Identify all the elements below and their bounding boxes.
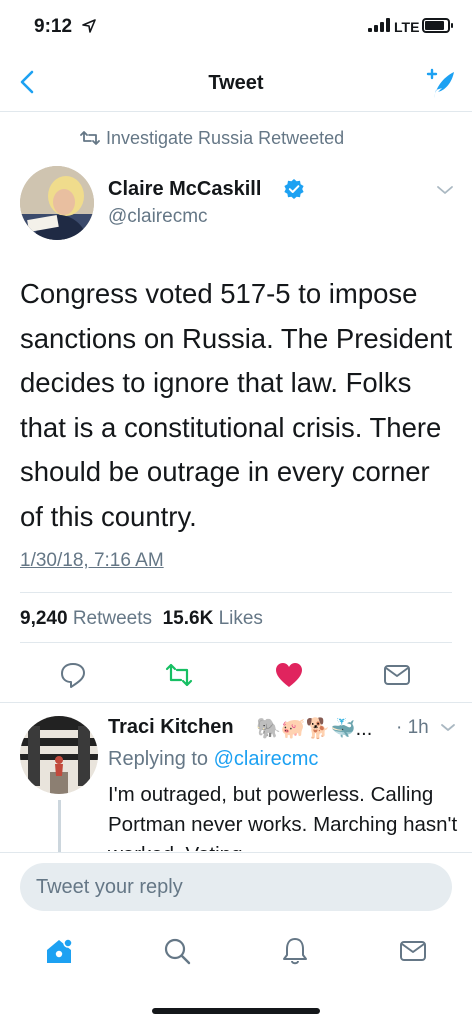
- chevron-down-icon[interactable]: [436, 184, 454, 196]
- replying-to-mention[interactable]: @clairecmc: [214, 748, 319, 770]
- status-bar: 9:12 LTE: [0, 0, 472, 54]
- chevron-down-icon[interactable]: [440, 722, 456, 733]
- page-title: Tweet: [208, 72, 264, 94]
- retweeted-by-label[interactable]: Investigate Russia Retweeted: [106, 128, 344, 149]
- reply-input[interactable]: [20, 863, 452, 911]
- reply-text: I'm outraged, but powerless. Calling Por…: [108, 783, 458, 851]
- nav-bar: Tweet: [0, 54, 472, 112]
- compose-tweet-icon[interactable]: [420, 64, 460, 104]
- retweet-icon[interactable]: [164, 660, 194, 690]
- reply-avatar[interactable]: [20, 716, 98, 794]
- avatar[interactable]: [20, 166, 94, 240]
- search-icon[interactable]: [162, 936, 192, 966]
- reply-composer: [0, 852, 472, 922]
- reply-author-name[interactable]: Traci Kitchen: [108, 716, 234, 739]
- divider: [0, 702, 472, 703]
- replying-to-label: Replying to: [108, 748, 209, 770]
- like-label[interactable]: Likes: [219, 608, 263, 629]
- tweet-actions: [0, 656, 472, 696]
- retweet-icon: [80, 131, 100, 145]
- home-icon[interactable]: [44, 936, 74, 966]
- reply-time: · 1h: [396, 717, 429, 738]
- battery-icon: [422, 18, 453, 33]
- tweet-stats: 9,240 Retweets 15.6K Likes: [20, 608, 263, 630]
- like-count[interactable]: 15.6K: [163, 608, 214, 629]
- reply-author-emoji: 🐘🐖🐕🐳...: [256, 718, 373, 740]
- messages-icon[interactable]: [398, 936, 428, 966]
- signal-icon: [368, 18, 390, 32]
- replying-to-line: Replying to @clairecmc: [108, 748, 318, 771]
- network-type: LTE: [394, 19, 420, 35]
- tweet-timestamp[interactable]: 1/30/18, 7:16 AM: [20, 550, 164, 572]
- verified-icon: [284, 179, 304, 199]
- divider: [20, 592, 452, 593]
- share-icon[interactable]: [382, 660, 412, 690]
- retweet-count[interactable]: 9,240: [20, 608, 68, 629]
- status-time: 9:12: [34, 16, 73, 37]
- retweet-label[interactable]: Retweets: [73, 608, 152, 629]
- author-handle[interactable]: @clairecmc: [108, 206, 208, 228]
- reply-icon[interactable]: [58, 660, 88, 690]
- tweet-text: Congress voted 517-5 to impose sanctions…: [20, 278, 453, 532]
- thread-line: [58, 800, 61, 852]
- home-indicator[interactable]: [152, 1008, 320, 1014]
- like-icon[interactable]: [274, 660, 304, 690]
- author-name[interactable]: Claire McCaskill: [108, 178, 261, 201]
- location-icon: [82, 19, 96, 33]
- divider: [20, 642, 452, 643]
- notifications-icon[interactable]: [280, 936, 310, 966]
